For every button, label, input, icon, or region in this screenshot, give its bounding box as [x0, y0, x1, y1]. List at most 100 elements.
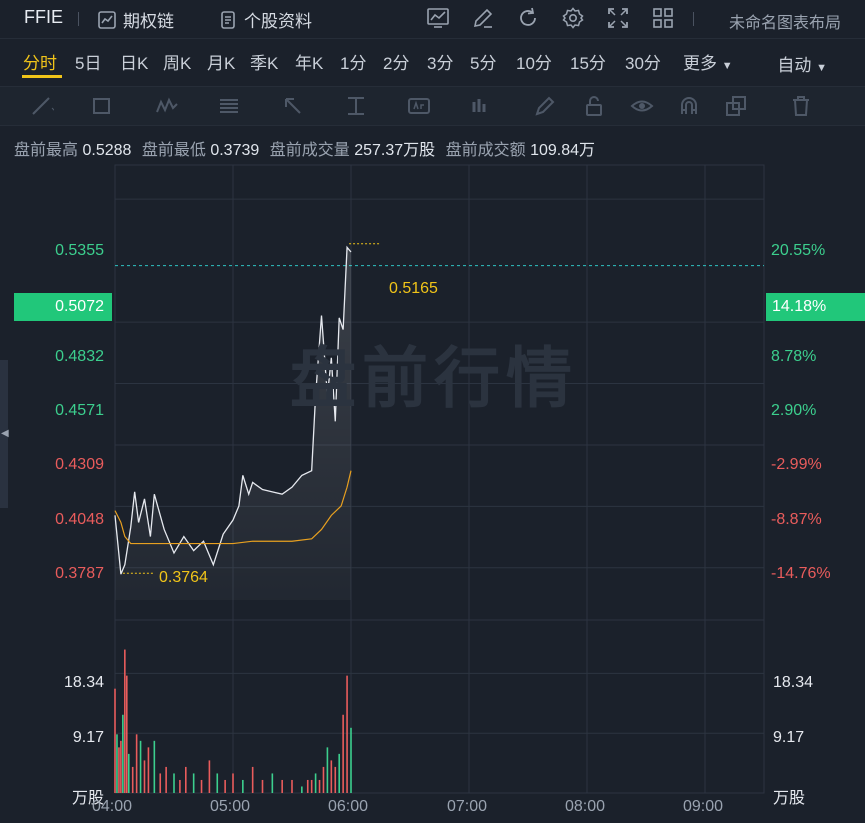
- layout-name-button[interactable]: 未命名图表布局: [729, 9, 841, 33]
- divider: [78, 12, 79, 26]
- volume-bar: [350, 727, 352, 793]
- volume-bar: [153, 740, 156, 793]
- time-axis-label: 06:00: [328, 798, 369, 815]
- pct-axis-label: -8.87%: [771, 511, 822, 528]
- volume-bar: [139, 740, 142, 793]
- top-toolbar: FFIE 期权链 个股资料 未命名图表布局: [0, 0, 865, 39]
- auto-label: 自动: [777, 56, 812, 75]
- premarket-high-value: 0.5288: [82, 142, 132, 159]
- magnet-icon[interactable]: [677, 94, 701, 118]
- price-axis-label: 0.4571: [55, 402, 104, 419]
- tab-5min[interactable]: 5分: [470, 49, 496, 74]
- tab-3min[interactable]: 3分: [427, 49, 453, 74]
- volume-bar: [306, 779, 309, 793]
- chevron-down-icon: ▼: [816, 62, 827, 74]
- volume-bar: [147, 747, 150, 793]
- premarket-amount-label: 盘前成交额: [445, 142, 526, 159]
- price-axis-label: 0.4048: [55, 511, 104, 528]
- volume-bar: [165, 766, 167, 793]
- volume-bar: [318, 779, 321, 793]
- volume-bar: [338, 753, 340, 793]
- text-tool-icon[interactable]: [407, 94, 431, 118]
- volume-bar: [200, 779, 203, 793]
- drawing-toolbar: [0, 86, 865, 126]
- tab-timeshare[interactable]: 分时: [23, 49, 57, 74]
- volume-bar: [159, 773, 162, 793]
- symbol-label: FFIE: [24, 7, 63, 27]
- eye-icon[interactable]: [630, 94, 654, 118]
- premarket-volume-label: 盘前成交量: [269, 142, 350, 159]
- bar-pattern-icon[interactable]: [468, 94, 492, 118]
- volume-bar: [116, 734, 118, 793]
- tab-daily-k[interactable]: 日K: [120, 49, 148, 74]
- wave-tool-icon[interactable]: [155, 94, 179, 118]
- volume-bar: [185, 766, 187, 793]
- premarket-high-label: 盘前最高: [14, 142, 79, 159]
- premarket-amount-value: 109.84万: [530, 142, 596, 159]
- clone-icon[interactable]: [724, 94, 748, 118]
- stock-profile-label: 个股资料: [244, 12, 312, 31]
- tab-monthly-k[interactable]: 月K: [207, 49, 235, 74]
- arrow-tool-icon[interactable]: [281, 94, 305, 118]
- time-axis-label: 08:00: [565, 798, 606, 815]
- refresh-icon[interactable]: [516, 6, 540, 30]
- watermark-text: 盘前行情: [290, 341, 578, 415]
- volume-bar: [322, 766, 325, 793]
- volume-bar: [118, 747, 120, 793]
- volume-bar: [334, 766, 337, 793]
- tab-quarterly-k[interactable]: 季K: [250, 49, 278, 74]
- lock-icon[interactable]: [582, 94, 606, 118]
- volume-bar: [330, 760, 333, 793]
- volume-axis-label: 9.17: [773, 729, 805, 746]
- measure-tool-icon[interactable]: [344, 94, 368, 118]
- current-price-badge: 0.5072: [14, 293, 112, 321]
- options-chain-button[interactable]: 期权链: [97, 7, 174, 32]
- grid-layout-icon[interactable]: [651, 6, 675, 30]
- tab-2min[interactable]: 2分: [383, 49, 409, 74]
- volume-axis-label: 9.17: [72, 729, 104, 746]
- settings-gear-icon[interactable]: [561, 6, 585, 30]
- active-tab-indicator: [22, 75, 62, 78]
- price-area-fill: [115, 247, 351, 600]
- volume-bar: [301, 786, 303, 793]
- draw-pen-icon[interactable]: [471, 6, 495, 30]
- tab-more[interactable]: 更多 ▼: [683, 49, 733, 74]
- time-axis-label: 07:00: [447, 798, 488, 815]
- price-axis-label: 0.4309: [55, 456, 104, 473]
- volume-bar: [346, 675, 348, 793]
- volume-bar: [126, 675, 128, 793]
- indicator-chart-icon[interactable]: [426, 6, 450, 30]
- time-axis-label: 05:00: [210, 798, 251, 815]
- tab-5day[interactable]: 5日: [75, 49, 101, 74]
- auto-scale-dropdown[interactable]: 自动 ▼: [777, 51, 827, 76]
- tab-15min[interactable]: 15分: [570, 49, 606, 74]
- rectangle-tool-icon[interactable]: [90, 94, 114, 118]
- period-tabs: 分时 5日 日K 周K 月K 季K 年K 1分 2分 3分 5分 10分 15分…: [0, 40, 865, 82]
- tab-10min[interactable]: 10分: [516, 49, 552, 74]
- volume-bar: [127, 753, 130, 793]
- volume-bar: [291, 779, 293, 793]
- trash-icon[interactable]: [789, 94, 813, 118]
- volume-bar: [124, 649, 126, 793]
- fib-tool-icon[interactable]: [217, 94, 241, 118]
- volume-bar: [224, 779, 226, 793]
- volume-bar: [120, 740, 122, 793]
- premarket-low-label: 盘前最低: [141, 142, 206, 159]
- chevron-left-icon: ◀: [1, 428, 9, 439]
- volume-bar: [179, 779, 181, 793]
- price-axis-label: 0.5355: [55, 242, 104, 259]
- tab-30min[interactable]: 30分: [625, 49, 661, 74]
- stock-profile-button[interactable]: 个股资料: [218, 7, 312, 32]
- trend-line-icon[interactable]: [30, 94, 54, 118]
- volume-bar: [242, 779, 244, 793]
- tab-1min[interactable]: 1分: [340, 49, 366, 74]
- time-axis-label: 09:00: [683, 798, 724, 815]
- volume-bar: [173, 773, 175, 793]
- brush-icon[interactable]: [533, 94, 557, 118]
- volume-axis-label: 18.34: [773, 674, 814, 691]
- tab-weekly-k[interactable]: 周K: [163, 49, 191, 74]
- side-collapse-tab[interactable]: ◀: [0, 360, 9, 508]
- volume-bar: [326, 747, 329, 793]
- tab-yearly-k[interactable]: 年K: [295, 49, 323, 74]
- fullscreen-icon[interactable]: [606, 6, 630, 30]
